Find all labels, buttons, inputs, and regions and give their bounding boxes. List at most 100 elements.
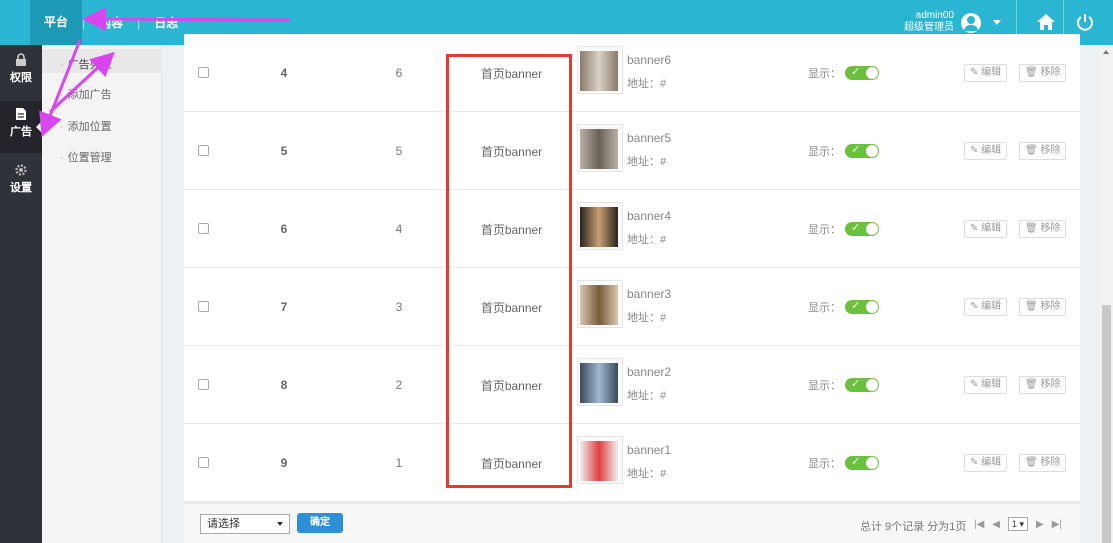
lock-icon [16,53,26,66]
visibility-cell: 显示： [808,424,918,502]
ad-name: banner2 [627,365,672,379]
gear-icon [15,164,27,176]
confirm-button[interactable]: 确定 [297,513,343,533]
submenu-item-position-manage[interactable]: 位置管理 [60,149,112,165]
user-role: 超级管理员 [904,22,954,33]
user-name: admin00 [915,10,954,21]
avatar[interactable] [961,13,981,33]
sidebar-item-ads[interactable]: 广告 [0,101,43,153]
row-checkbox[interactable] [198,457,209,468]
home-icon[interactable] [1036,13,1056,31]
document-icon [16,108,26,120]
banner-image [580,441,618,481]
next-page-icon[interactable]: ▶ [1036,519,1044,530]
ad-address: 地址：# [627,156,667,168]
sidebar-item-permission[interactable]: 权限 [0,47,42,99]
row-checkbox[interactable] [198,379,209,390]
banner-image [580,285,618,325]
main-sidebar: 权限 广告 设置 [0,45,43,543]
visibility-toggle[interactable] [845,455,879,470]
table-footer: 请选择 确定 总计 9个记录 分为1页 |◀ ◀ 1 ▾ ▶ ▶| [184,503,1080,543]
submenu-item-ad-list[interactable]: 广告列表 [60,56,112,72]
ad-name: banner3 [627,287,672,301]
ad-name: banner6 [627,53,672,67]
edit-button[interactable]: ✎ 编辑 [964,454,1008,472]
sidebar-item-label: 广告 [10,126,32,138]
visibility-toggle[interactable] [845,143,879,158]
row-checkbox[interactable] [198,223,209,234]
show-label: 显示： [808,302,841,314]
visibility-toggle[interactable] [845,377,879,392]
ad-thumbnail[interactable] [577,280,623,328]
delete-button[interactable]: 🗑 移除 [1019,454,1067,472]
ad-thumbnail[interactable] [577,202,623,250]
ad-order: 2 [395,378,403,392]
scroll-thumb[interactable] [1102,305,1111,543]
ad-thumbnail[interactable] [577,124,623,172]
show-label: 显示： [808,224,841,236]
edit-button[interactable]: ✎ 编辑 [964,142,1008,160]
ad-id: 5 [280,144,288,158]
user-info[interactable]: admin00 超级管理员 [888,10,954,34]
nav-log[interactable]: 日志 [140,14,192,31]
table-row: 5 5 首页banner banner5 地址：# 显示： ✎ 编辑 🗑 移除 [184,112,1080,190]
power-icon[interactable] [1076,13,1094,31]
table-row: 8 2 首页banner banner2 地址：# 显示： ✎ 编辑 🗑 移除 [184,346,1080,424]
scroll-up-icon[interactable] [1103,50,1109,54]
edit-button[interactable]: ✎ 编辑 [964,64,1008,82]
edit-button[interactable]: ✎ 编辑 [964,376,1008,394]
delete-button[interactable]: 🗑 移除 [1019,298,1067,316]
delete-button[interactable]: 🗑 移除 [1019,376,1067,394]
scrollbar[interactable] [1100,45,1113,543]
ad-name: banner4 [627,209,672,223]
page-select[interactable]: 1 ▾ [1008,517,1029,531]
batch-action-select[interactable]: 请选择 [200,514,290,534]
ad-id: 9 [280,456,288,470]
ad-order: 5 [395,144,403,158]
ad-table: 4 6 首页banner banner6 地址：# 显示： ✎ 编辑 🗑 移除 … [184,34,1080,543]
visibility-toggle[interactable] [845,299,879,314]
sidebar-item-label: 权限 [10,72,32,84]
visibility-cell: 显示： [808,346,918,424]
row-checkbox[interactable] [198,301,209,312]
ad-thumbnail[interactable] [577,436,623,484]
last-page-icon[interactable]: ▶| [1052,519,1062,530]
ad-address: 地址：# [627,468,667,480]
ad-address: 地址：# [627,234,667,246]
banner-image [580,207,618,247]
show-label: 显示： [808,380,841,392]
visibility-cell: 显示： [808,34,918,112]
edit-button[interactable]: ✎ 编辑 [964,220,1008,238]
submenu-item-add-ad[interactable]: 添加广告 [60,86,112,102]
ad-thumbnail[interactable] [577,46,623,94]
nav-platform[interactable]: 平台 [30,0,83,45]
chevron-down-icon[interactable] [993,20,1001,25]
ad-order: 1 [395,456,403,470]
submenu-item-add-position[interactable]: 添加位置 [60,118,112,134]
pagination: |◀ ◀ 1 ▾ ▶ ▶| [974,517,1062,531]
table-row: 9 1 首页banner banner1 地址：# 显示： ✎ 编辑 🗑 移除 [184,424,1080,502]
nav-content[interactable]: 内容 [85,14,137,31]
ad-id: 7 [280,300,288,314]
delete-button[interactable]: 🗑 移除 [1019,220,1067,238]
visibility-toggle[interactable] [845,65,879,80]
submenu: 广告列表 添加广告 添加位置 位置管理 [42,45,162,543]
prev-page-icon[interactable]: ◀ [992,519,1000,530]
ad-order: 3 [395,300,403,314]
ad-name: banner5 [627,131,672,145]
edit-button[interactable]: ✎ 编辑 [964,298,1008,316]
row-checkbox[interactable] [198,145,209,156]
delete-button[interactable]: 🗑 移除 [1019,142,1067,160]
visibility-cell: 显示： [808,190,918,268]
first-page-icon[interactable]: |◀ [974,519,984,530]
ad-name: banner1 [627,443,672,457]
ad-thumbnail[interactable] [577,358,623,406]
delete-button[interactable]: 🗑 移除 [1019,64,1067,82]
sidebar-item-settings[interactable]: 设置 [0,157,42,209]
highlight-box [446,54,572,488]
row-checkbox[interactable] [198,67,209,78]
banner-image [580,129,618,169]
table-row: 7 3 首页banner banner3 地址：# 显示： ✎ 编辑 🗑 移除 [184,268,1080,346]
page-info: 总计 9个记录 分为1页 [860,521,967,533]
visibility-toggle[interactable] [845,221,879,236]
